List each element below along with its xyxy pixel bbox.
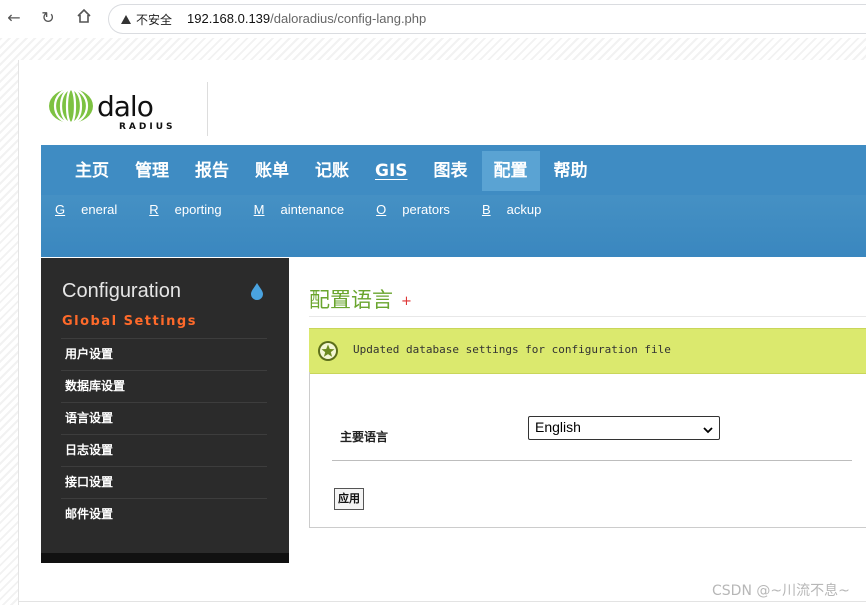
security-label: 不安全 [136, 13, 173, 27]
language-select-value: English [535, 419, 581, 435]
main-content: 配置语言 + Updated database settings for conf… [309, 258, 866, 598]
sidebar-item-log-settings[interactable]: 日志设置 [61, 434, 267, 466]
svg-text:dalo: dalo [97, 90, 153, 123]
nav-management[interactable]: 管理 [123, 151, 181, 191]
back-arrow-icon[interactable]: ← [4, 8, 24, 28]
subnav-operators[interactable]: Operators [376, 202, 466, 217]
chevron-down-icon [703, 422, 713, 434]
notice-text: Updated database settings for configurat… [353, 343, 671, 356]
nav-help[interactable]: 帮助 [542, 151, 600, 191]
subnav-maintenance-label: aintenance [280, 202, 345, 217]
nav-billing[interactable]: 账单 [243, 151, 301, 191]
expand-plus[interactable]: + [401, 294, 412, 309]
subnav-general-accesskey: G [55, 202, 66, 217]
page-title-text: 配置语言 [309, 288, 393, 312]
subnav-general-label: eneral [81, 202, 118, 217]
subnav-maintenance-accesskey: M [253, 202, 265, 217]
subnav-maintenance[interactable]: Maintenance [254, 202, 360, 217]
home-icon[interactable] [74, 8, 94, 28]
title-divider [309, 316, 866, 317]
watermark: CSDN @~川流不息~ [712, 583, 850, 599]
subnav-backup-accesskey: B [481, 202, 491, 217]
sidebar-item-mail-settings[interactable]: 邮件设置 [61, 498, 267, 530]
security-warning[interactable]: 不安全 [121, 11, 172, 28]
sidebar-item-user-settings[interactable]: 用户设置 [61, 338, 267, 370]
language-select[interactable]: English [528, 416, 720, 440]
subnav-reporting[interactable]: Reporting [149, 202, 237, 217]
nav-graphs[interactable]: 图表 [422, 151, 480, 191]
svg-text:RADIUS: RADIUS [119, 122, 176, 132]
subnav-backup-label: ackup [506, 202, 542, 217]
sidebar: Configuration Global Settings 用户设置 数据库设置… [41, 258, 289, 563]
nav-config[interactable]: 配置 [481, 151, 540, 191]
url-text[interactable]: 192.168.0.139/daloradius/config-lang.php [187, 11, 426, 26]
sidebar-item-language-settings[interactable]: 语言设置 [61, 402, 267, 434]
url-path: /daloradius/config-lang.php [270, 11, 427, 26]
water-drop-icon [250, 282, 264, 300]
main-navigation: 主页 管理 报告 账单 记账 GIS 图表 配置 帮助 General Repo… [41, 145, 866, 257]
footer-divider [18, 601, 866, 602]
page-container: dalo RADIUS 主页 管理 报告 账单 记账 GIS 图表 配置 帮助 … [18, 60, 866, 605]
primary-language-label: 主要语言 [340, 430, 389, 444]
page-title: 配置语言 + [309, 284, 412, 314]
success-notice: Updated database settings for configurat… [309, 328, 866, 374]
sidebar-footer [41, 553, 289, 563]
form-divider [332, 460, 852, 461]
browser-toolbar: ← ↻ 不安全 192.168.0.139/daloradius/config-… [0, 0, 866, 38]
sidebar-item-database-settings[interactable]: 数据库设置 [61, 370, 267, 402]
subnav-operators-label: perators [402, 202, 450, 217]
nav-reports[interactable]: 报告 [183, 151, 241, 191]
star-badge-icon [317, 340, 339, 362]
subnav-backup[interactable]: Backup [482, 202, 557, 217]
nav-home[interactable]: 主页 [63, 151, 121, 191]
reload-icon[interactable]: ↻ [38, 8, 58, 28]
sidebar-subtitle: Global Settings [62, 314, 197, 329]
language-form: 主要语言 English 应用 [309, 372, 866, 528]
subnav-reporting-label: eporting [174, 202, 222, 217]
sidebar-item-interface-settings[interactable]: 接口设置 [61, 466, 267, 498]
nav-gis[interactable]: GIS [363, 151, 420, 191]
subnav-general[interactable]: General [55, 202, 133, 217]
sidebar-menu: 用户设置 数据库设置 语言设置 日志设置 接口设置 邮件设置 [61, 338, 267, 530]
subnav-operators-accesskey: O [376, 202, 387, 217]
sub-navigation: General Reporting Maintenance Operators … [55, 202, 573, 217]
warning-icon [121, 15, 131, 24]
address-bar[interactable]: 不安全 192.168.0.139/daloradius/config-lang… [108, 4, 866, 34]
daloradius-logo[interactable]: dalo RADIUS [47, 86, 197, 136]
subnav-reporting-accesskey: R [149, 202, 159, 217]
apply-button[interactable]: 应用 [334, 488, 364, 510]
sidebar-title: Configuration [62, 280, 181, 302]
nav-accounting[interactable]: 记账 [303, 151, 361, 191]
main-nav-list: 主页 管理 报告 账单 记账 GIS 图表 配置 帮助 [63, 151, 602, 191]
url-host: 192.168.0.139 [187, 11, 271, 26]
logo-divider [207, 82, 208, 136]
